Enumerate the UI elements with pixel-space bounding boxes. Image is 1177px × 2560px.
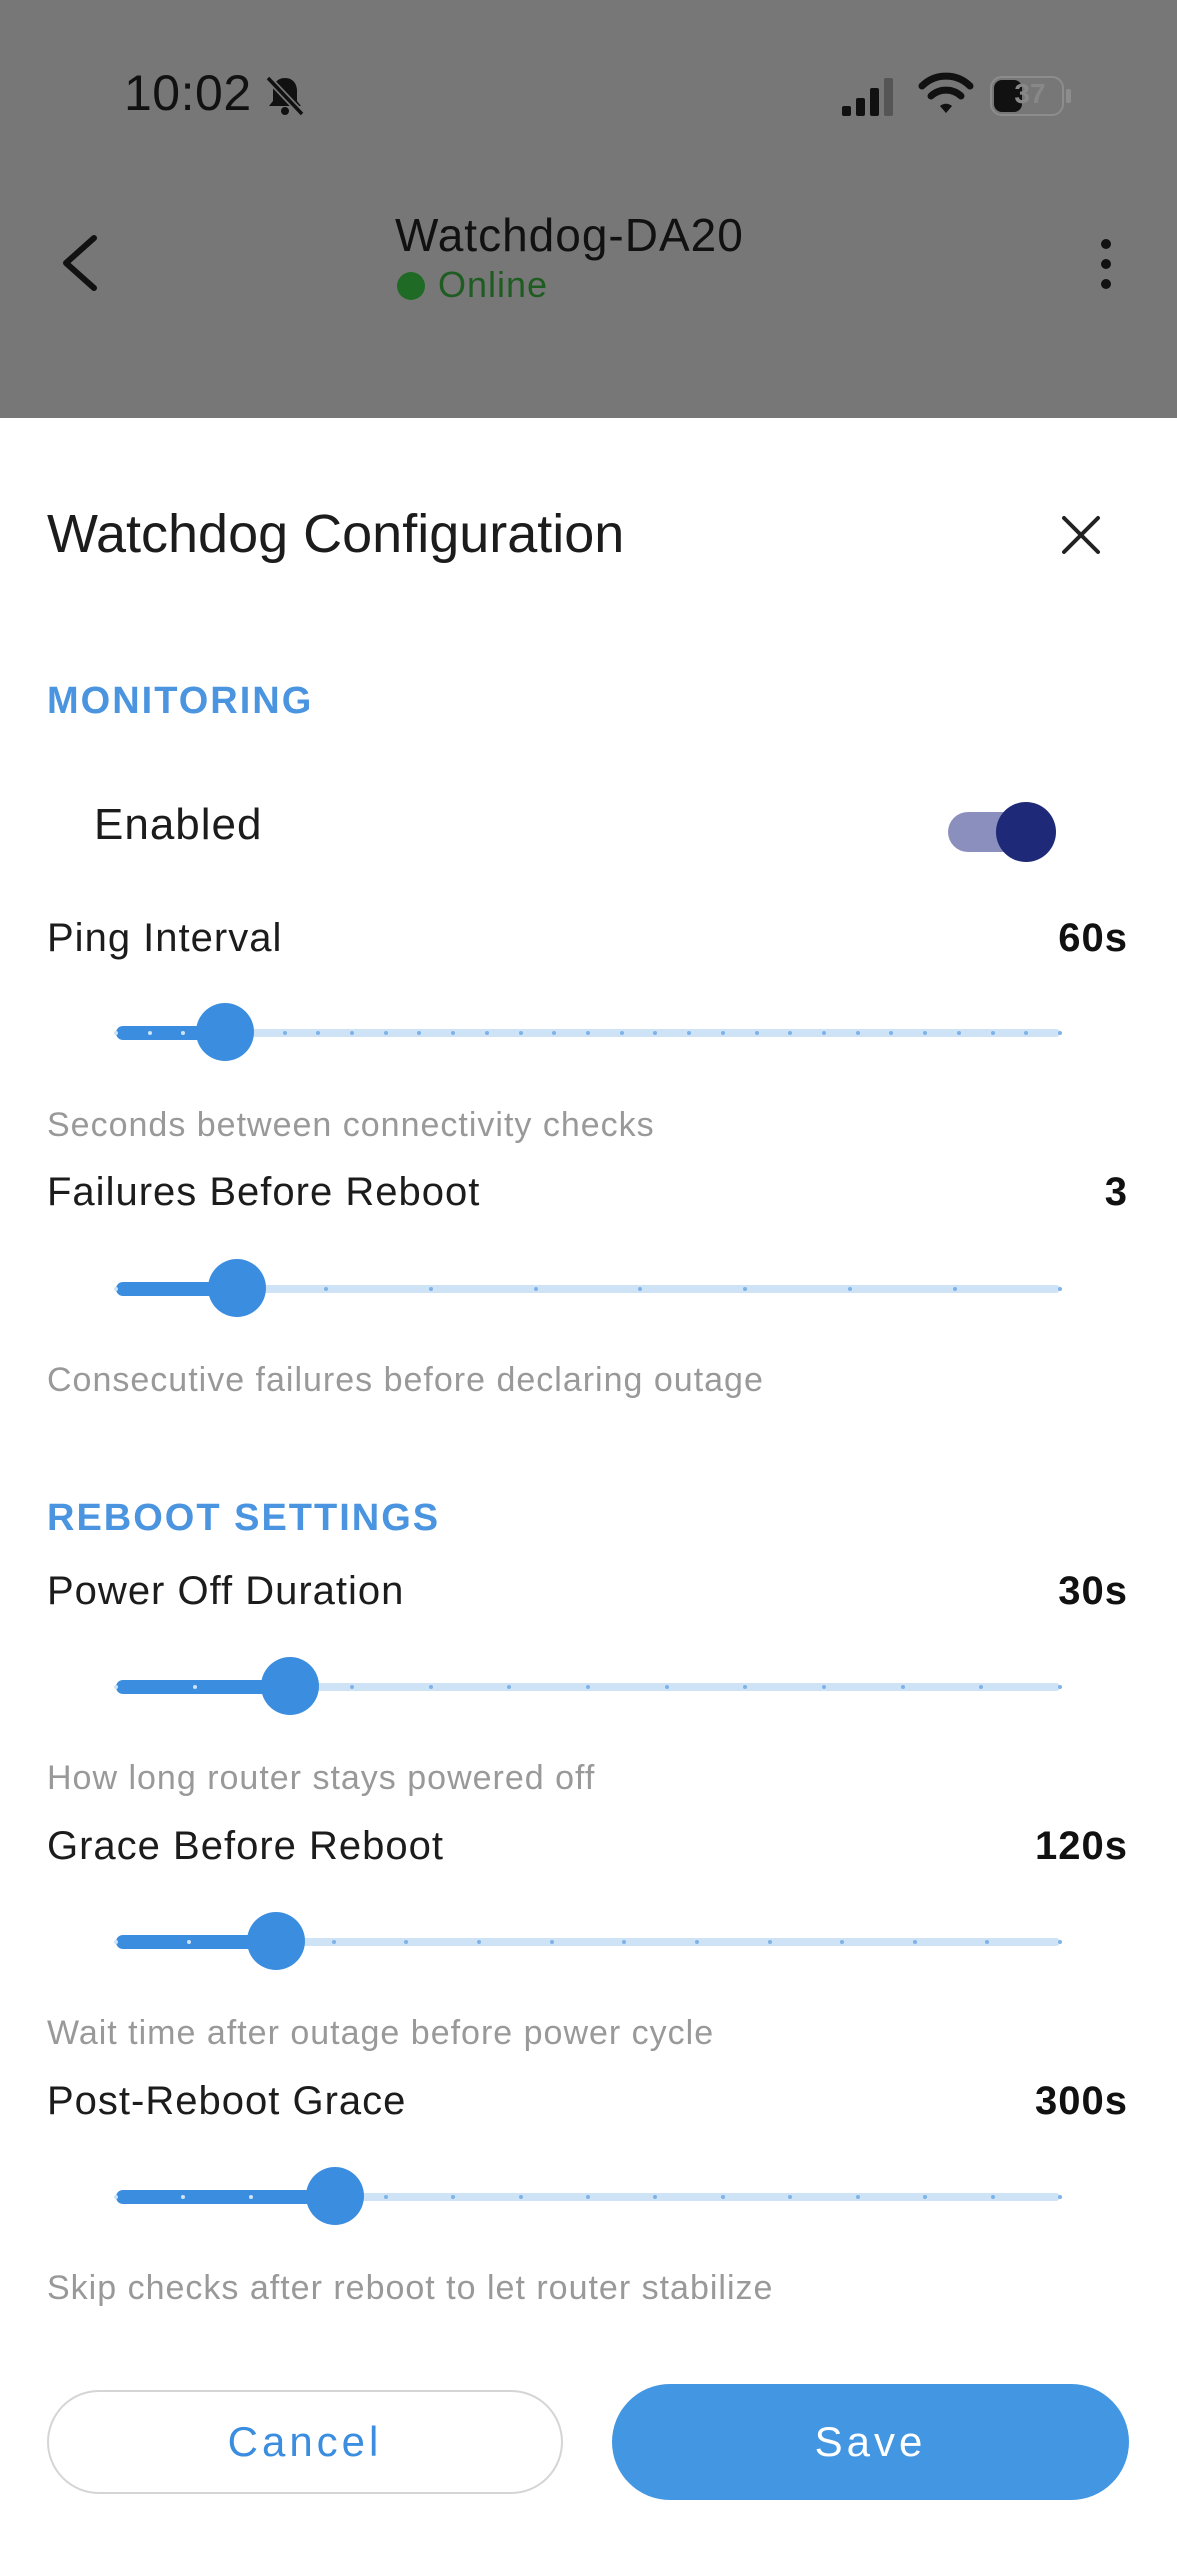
power-off-duration-helper: How long router stays powered off — [47, 1759, 596, 1797]
slider-tick — [912, 1940, 917, 1944]
slider-tick — [586, 2195, 590, 2199]
section-heading-reboot-settings: REBOOT SETTINGS — [47, 1497, 441, 1539]
slider-tick — [350, 1031, 354, 1035]
slider-tick — [518, 1031, 523, 1035]
more-options-icon[interactable] — [1092, 236, 1120, 292]
battery-level: 37 — [1014, 78, 1046, 109]
slider-tick — [323, 1287, 328, 1291]
ping-interval-slider[interactable] — [114, 1003, 1062, 1063]
cancel-button[interactable]: Cancel — [47, 2390, 563, 2494]
slider-tick — [428, 1685, 433, 1689]
status-time: 10:02 — [124, 65, 252, 121]
slider-tick — [186, 1940, 191, 1944]
slider-fill — [116, 2190, 335, 2204]
grace-before-reboot-slider[interactable] — [114, 1912, 1062, 1972]
slider-tick — [114, 1940, 118, 1944]
slider-tick — [518, 2195, 523, 2199]
slider-tick — [114, 1287, 118, 1291]
slider-tick — [1058, 1031, 1062, 1035]
slider-tick — [1058, 1685, 1062, 1689]
post-reboot-grace-value: 300s — [1035, 2079, 1128, 2123]
slider-tick — [331, 1940, 336, 1944]
slider-tick — [350, 1685, 354, 1689]
ping-interval-label: Ping Interval — [47, 916, 283, 960]
slider-tick — [1058, 1940, 1062, 1944]
slider-tick — [694, 1940, 699, 1944]
section-heading-monitoring: MONITORING — [47, 680, 314, 722]
grace-before-reboot-value: 120s — [1035, 1824, 1128, 1868]
bell-muted-icon — [265, 75, 305, 117]
slider-tick — [767, 1940, 772, 1944]
slider-tick — [282, 1031, 287, 1035]
slider-tick — [383, 1031, 388, 1035]
slider-tick — [754, 1031, 759, 1035]
slider-tick — [114, 1031, 118, 1035]
slider-tick — [114, 2195, 118, 2199]
slider-tick — [956, 1031, 961, 1035]
post-reboot-grace-label: Post-Reboot Grace — [47, 2079, 407, 2123]
app-header-dimmed: 10:02 37 Watchdog-DA20 Online — [0, 0, 1177, 418]
slider-tick — [822, 1031, 826, 1035]
power-off-duration-value: 30s — [1058, 1569, 1128, 1613]
slider-tick — [1058, 2195, 1062, 2199]
slider-tick — [855, 1031, 860, 1035]
failures-before-reboot-value: 3 — [1104, 1170, 1128, 1214]
slider-thumb[interactable] — [207, 1259, 266, 1317]
slider-tick — [900, 1685, 905, 1689]
slider-thumb[interactable] — [260, 1657, 319, 1715]
slider-thumb[interactable] — [247, 1912, 306, 1970]
slider-tick — [147, 1031, 152, 1035]
slider-tick — [484, 1031, 489, 1035]
online-status-label: Online — [438, 264, 549, 305]
enabled-toggle-knob[interactable] — [996, 802, 1056, 862]
failures-before-reboot-helper: Consecutive failures before declaring ou… — [47, 1361, 764, 1399]
post-reboot-grace-helper: Skip checks after reboot to let router s… — [47, 2269, 774, 2307]
slider-tick — [428, 1287, 433, 1291]
slider-tick — [990, 1031, 995, 1035]
save-button[interactable]: Save — [612, 2384, 1129, 2500]
failures-before-reboot-slider[interactable] — [114, 1259, 1062, 1319]
slider-tick — [990, 2195, 995, 2199]
online-status-dot — [397, 272, 425, 300]
back-arrow-icon[interactable] — [52, 230, 112, 296]
ping-interval-helper: Seconds between connectivity checks — [47, 1106, 655, 1144]
slider-tick — [619, 1031, 624, 1035]
ping-interval-value: 60s — [1058, 916, 1128, 960]
grace-before-reboot-helper: Wait time after outage before power cycl… — [47, 2014, 715, 2052]
slider-tick — [586, 1685, 590, 1689]
wifi-icon — [918, 72, 974, 113]
enabled-label: Enabled — [94, 800, 263, 849]
post-reboot-grace-slider[interactable] — [114, 2167, 1062, 2227]
slider-tick — [720, 2195, 725, 2199]
slider-tick — [192, 1685, 197, 1689]
slider-tick — [549, 1940, 554, 1944]
slider-tick — [720, 1031, 725, 1035]
failures-before-reboot-label: Failures Before Reboot — [47, 1170, 481, 1214]
slider-tick — [1058, 1287, 1062, 1291]
slider-tick — [383, 2195, 388, 2199]
slider-tick — [586, 1031, 590, 1035]
slider-tick — [855, 2195, 860, 2199]
slider-thumb[interactable] — [306, 2167, 364, 2225]
slider-tick — [114, 1685, 118, 1689]
grace-before-reboot-label: Grace Before Reboot — [47, 1824, 444, 1868]
power-off-duration-label: Power Off Duration — [47, 1569, 405, 1613]
sheet-title: Watchdog Configuration — [47, 504, 625, 564]
power-off-duration-slider[interactable] — [114, 1657, 1062, 1717]
close-icon[interactable] — [1056, 510, 1106, 560]
cellular-signal-icon — [842, 78, 893, 116]
slider-tick — [664, 1685, 669, 1689]
device-title: Watchdog-DA20 — [395, 209, 744, 261]
slider-tick — [533, 1287, 538, 1291]
slider-tick — [248, 2195, 253, 2199]
slider-tick — [822, 1685, 826, 1689]
slider-thumb[interactable] — [195, 1003, 254, 1061]
